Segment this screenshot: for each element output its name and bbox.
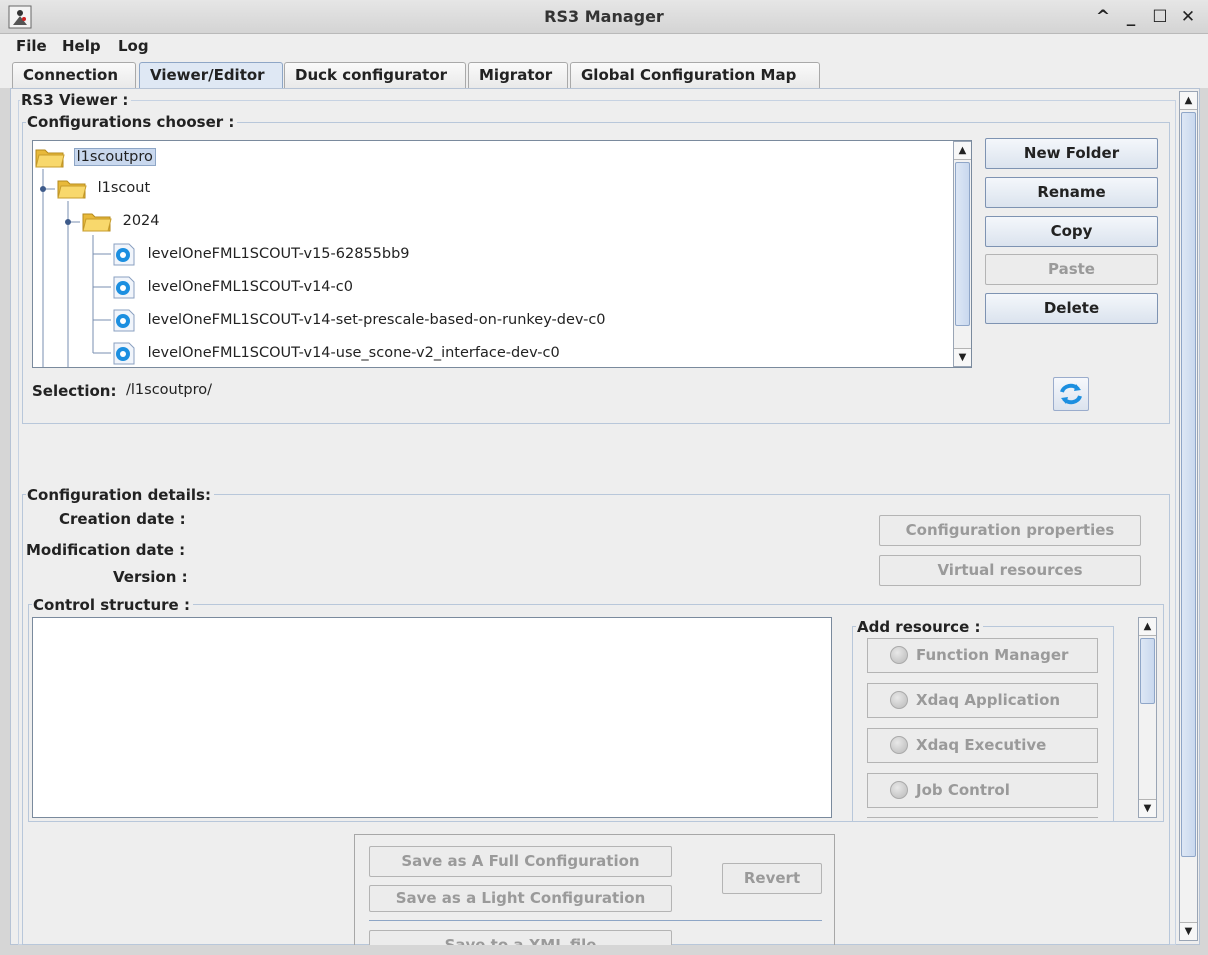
configuration-properties-button[interactable]: Configuration properties bbox=[879, 515, 1141, 546]
tree-item-config[interactable]: levelOneFML1SCOUT-v14-set-prescale-based… bbox=[111, 304, 606, 337]
configurations-chooser-legend: Configurations chooser : bbox=[26, 113, 238, 131]
minimize-window-button[interactable]: _ bbox=[1119, 4, 1143, 30]
xdaq-executive-button[interactable]: Xdaq Executive bbox=[867, 728, 1098, 763]
app-icon bbox=[8, 5, 32, 29]
radio-icon bbox=[890, 645, 908, 664]
scroll-down-arrow-icon[interactable]: ▼ bbox=[954, 348, 971, 366]
save-panel-divider bbox=[369, 920, 822, 921]
tab-strip: Connection Viewer/Editor Duck configurat… bbox=[0, 58, 1208, 88]
radio-icon bbox=[890, 690, 908, 709]
tab-duck-configurator[interactable]: Duck configurator bbox=[284, 62, 466, 88]
job-control-button[interactable]: Job Control bbox=[867, 773, 1098, 808]
tree-item-label: levelOneFML1SCOUT-v14-c0 bbox=[147, 279, 353, 295]
tree-item-config[interactable]: levelOneFML1SCOUT-v14-c0 bbox=[111, 271, 353, 304]
tab-viewer-editor[interactable]: Viewer/Editor bbox=[139, 62, 283, 88]
copy-button[interactable]: Copy bbox=[985, 216, 1158, 247]
radio-icon bbox=[890, 735, 908, 754]
refresh-button[interactable] bbox=[1053, 377, 1089, 411]
tree-item-config[interactable]: levelOneFML1SCOUT-v15-62855bb9 bbox=[111, 238, 410, 271]
configuration-gear-icon bbox=[113, 342, 135, 365]
maximize-window-button[interactable]: ☐ bbox=[1148, 4, 1172, 30]
save-light-configuration-button[interactable]: Save as a Light Configuration bbox=[369, 885, 672, 912]
tree-item-2024[interactable]: 2024 bbox=[82, 205, 160, 238]
folder-icon bbox=[82, 213, 112, 232]
new-folder-button[interactable]: New Folder bbox=[985, 138, 1158, 169]
folder-icon bbox=[57, 180, 87, 199]
menu-bar: File Help Log bbox=[0, 34, 1208, 58]
version-label: Version : bbox=[113, 568, 188, 586]
delete-button[interactable]: Delete bbox=[985, 293, 1158, 324]
configuration-gear-icon bbox=[113, 309, 135, 332]
window-title: RS3 Manager bbox=[544, 7, 664, 26]
tree-item-l1scoutpro[interactable]: l1scoutpro bbox=[33, 141, 156, 174]
tree-item-label: levelOneFML1SCOUT-v15-62855bb9 bbox=[147, 246, 410, 262]
tree-scroll-thumb[interactable] bbox=[955, 162, 970, 326]
function-manager-button[interactable]: Function Manager bbox=[867, 638, 1098, 673]
menu-log[interactable]: Log bbox=[118, 34, 149, 58]
configuration-gear-icon bbox=[113, 243, 135, 266]
main-scroll-thumb[interactable] bbox=[1181, 112, 1196, 857]
save-full-configuration-button[interactable]: Save as A Full Configuration bbox=[369, 846, 672, 877]
add-resource-scrollbar[interactable]: ▲ ▼ bbox=[1138, 617, 1157, 818]
save-xml-file-button[interactable]: Save to a XML file bbox=[369, 930, 672, 945]
collapse-window-button[interactable]: ^ bbox=[1091, 4, 1115, 30]
add-resource-legend: Add resource : bbox=[856, 618, 984, 636]
configuration-gear-icon bbox=[113, 276, 135, 299]
rs3-viewer-legend: RS3 Viewer : bbox=[20, 91, 132, 109]
folder-icon bbox=[35, 149, 65, 168]
save-xml-button-clip: Save to a XML file bbox=[369, 930, 672, 945]
add-resource-scroll-thumb[interactable] bbox=[1140, 638, 1155, 704]
scroll-up-arrow-icon[interactable]: ▲ bbox=[1139, 618, 1156, 636]
scroll-up-arrow-icon[interactable]: ▲ bbox=[954, 142, 971, 160]
revert-button[interactable]: Revert bbox=[722, 863, 822, 894]
configuration-details-legend: Configuration details: bbox=[26, 486, 214, 504]
tree-item-config[interactable]: levelOneFML1SCOUT-v14-use_scone-v2_inter… bbox=[111, 337, 560, 367]
xdaq-application-button[interactable]: Xdaq Application bbox=[867, 683, 1098, 718]
tab-global-configuration-map[interactable]: Global Configuration Map bbox=[570, 62, 820, 88]
tree-item-label: l1scout bbox=[97, 180, 151, 196]
menu-file[interactable]: File bbox=[16, 34, 47, 58]
main-scrollbar[interactable]: ▲ ▼ bbox=[1179, 91, 1198, 941]
refresh-icon bbox=[1060, 383, 1082, 405]
selection-value: /l1scoutpro/ bbox=[126, 382, 213, 398]
menu-help[interactable]: Help bbox=[62, 34, 101, 58]
resource-list-overflow-edge bbox=[867, 817, 1098, 820]
modification-date-label: Modification date : bbox=[26, 541, 186, 559]
tree-item-label: 2024 bbox=[122, 213, 160, 229]
tab-migrator[interactable]: Migrator bbox=[468, 62, 568, 88]
tree-item-label: levelOneFML1SCOUT-v14-set-prescale-based… bbox=[147, 312, 606, 328]
tree-item-label: l1scoutpro bbox=[73, 148, 156, 166]
virtual-resources-button[interactable]: Virtual resources bbox=[879, 555, 1141, 586]
paste-button[interactable]: Paste bbox=[985, 254, 1158, 285]
tab-connection[interactable]: Connection bbox=[12, 62, 136, 88]
rename-button[interactable]: Rename bbox=[985, 177, 1158, 208]
control-structure-legend: Control structure : bbox=[32, 596, 193, 614]
creation-date-label: Creation date : bbox=[59, 510, 186, 528]
control-structure-tree[interactable] bbox=[32, 617, 832, 818]
scroll-down-arrow-icon[interactable]: ▼ bbox=[1139, 799, 1156, 817]
radio-icon bbox=[890, 780, 908, 799]
tree-item-label: levelOneFML1SCOUT-v14-use_scone-v2_inter… bbox=[147, 345, 560, 361]
close-window-button[interactable]: ✕ bbox=[1176, 4, 1200, 30]
tree-item-l1scout[interactable]: l1scout bbox=[57, 172, 150, 205]
tree-scrollbar[interactable]: ▲ ▼ bbox=[953, 141, 971, 367]
selection-label: Selection: bbox=[32, 382, 117, 400]
scroll-down-arrow-icon[interactable]: ▼ bbox=[1180, 922, 1197, 940]
scroll-up-arrow-icon[interactable]: ▲ bbox=[1180, 92, 1197, 110]
configuration-tree[interactable]: l1scoutpro l1scout 2024 levelOneFML1SCOU… bbox=[32, 140, 972, 368]
